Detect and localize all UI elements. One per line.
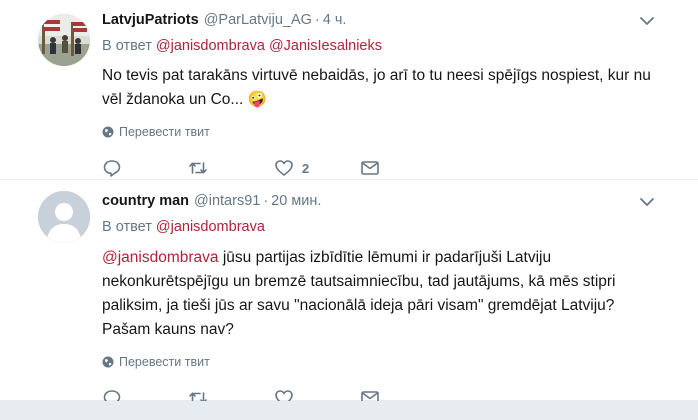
retweet-icon xyxy=(189,162,207,174)
separator: · xyxy=(263,193,269,209)
user-handle[interactable]: @ParLatviju_AG xyxy=(204,12,312,28)
tweet-content: LatvjuPatriots @ParLatviju_AG · 4 ч. В о… xyxy=(102,10,658,179)
translate-label: Перевести твит xyxy=(119,355,210,369)
text-mention-link[interactable]: @janisdombrava xyxy=(102,249,219,266)
replying-to: В ответ @janisdombrava @JanisIesalnieks xyxy=(102,38,658,56)
tweet-header: LatvjuPatriots @ParLatviju_AG · 4 ч. xyxy=(102,10,658,30)
caret-down-icon xyxy=(640,198,654,206)
translate-label: Перевести твит xyxy=(119,125,210,139)
translate-tweet-link[interactable]: Перевести твит xyxy=(102,124,658,140)
tweet[interactable]: country man @intars91 · 20 мин. В ответ … xyxy=(0,181,698,407)
tweet-text: @janisdombrava jūsu partijas izbīdītie l… xyxy=(102,246,658,342)
avatar[interactable] xyxy=(38,14,90,66)
direct-message-button[interactable] xyxy=(360,158,390,178)
default-avatar-icon xyxy=(38,191,90,243)
timestamp[interactable]: 4 ч. xyxy=(323,12,347,28)
replying-prefix: В ответ xyxy=(102,38,152,54)
translate-tweet-link[interactable]: Перевести твит xyxy=(102,354,658,370)
like-button[interactable]: 2 xyxy=(274,158,360,178)
reply-mention-link[interactable]: @janisdombrava xyxy=(156,38,265,54)
retweet-button[interactable] xyxy=(188,158,274,178)
tweet-actions: 2 xyxy=(102,157,658,179)
avatar[interactable] xyxy=(38,191,90,243)
reply-icon xyxy=(103,160,121,177)
replying-prefix: В ответ xyxy=(102,219,152,235)
user-fullname[interactable]: LatvjuPatriots xyxy=(102,12,199,28)
timestamp[interactable]: 20 мин. xyxy=(271,193,321,209)
caret-down-icon xyxy=(640,17,654,25)
like-count: 2 xyxy=(302,160,310,176)
tweet-text: No tevis pat tarakāns virtuvē nebaidās, … xyxy=(102,67,651,108)
like-icon xyxy=(275,160,293,176)
tweet-options-button[interactable] xyxy=(638,193,656,211)
reply-button[interactable] xyxy=(102,158,188,178)
reply-mention-link[interactable]: @JanisIesalnieks xyxy=(269,38,382,54)
dm-icon xyxy=(361,161,379,175)
separator: · xyxy=(314,12,320,28)
tweet-content: country man @intars91 · 20 мин. В ответ … xyxy=(102,191,658,409)
avatar-photo-icon xyxy=(38,14,90,66)
timeline-gap xyxy=(0,401,698,420)
user-handle[interactable]: @intars91 xyxy=(194,193,260,209)
tweet[interactable]: LatvjuPatriots @ParLatviju_AG · 4 ч. В о… xyxy=(0,0,698,180)
globe-icon xyxy=(102,356,114,368)
reply-mention-link[interactable]: @janisdombrava xyxy=(156,219,265,235)
user-fullname[interactable]: country man xyxy=(102,193,189,209)
tweet-options-button[interactable] xyxy=(638,12,656,30)
tweet-header: country man @intars91 · 20 мин. xyxy=(102,191,658,211)
replying-to: В ответ @janisdombrava xyxy=(102,219,658,237)
globe-icon xyxy=(102,126,114,138)
